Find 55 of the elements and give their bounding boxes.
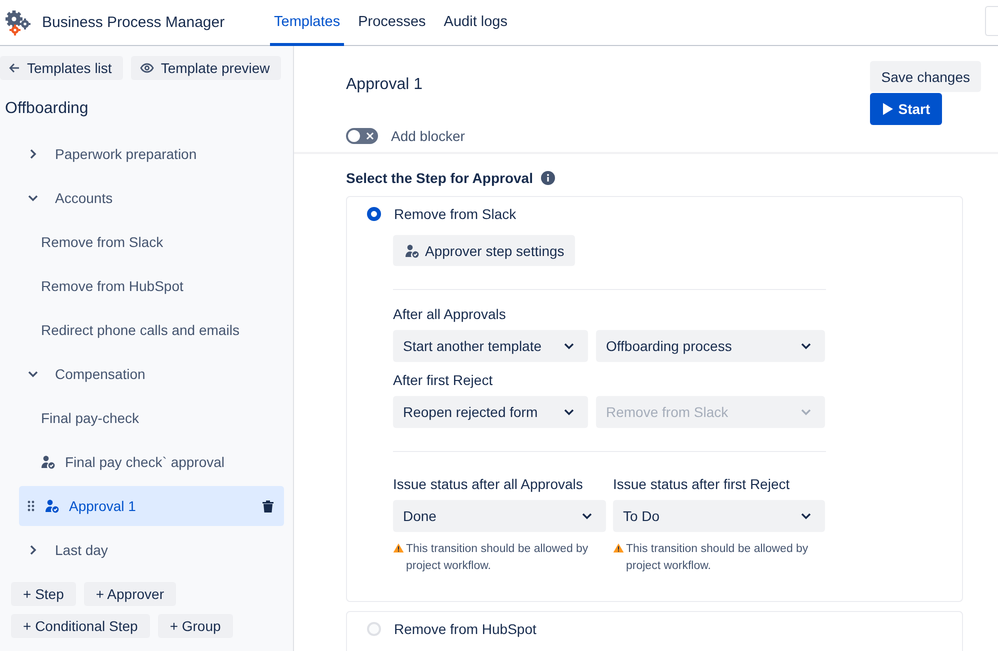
tree-item[interactable]: Last day bbox=[19, 530, 284, 570]
play-icon bbox=[883, 103, 894, 115]
warning-icon bbox=[393, 543, 404, 553]
arrow-left-icon bbox=[9, 63, 20, 73]
step-option-label: Remove from HubSpot bbox=[394, 621, 536, 637]
field-label: Issue status after first Reject bbox=[613, 476, 791, 492]
template-name: Offboarding bbox=[5, 100, 90, 118]
tree-item[interactable]: Approval 1 bbox=[19, 486, 284, 526]
tree-item[interactable]: Final pay check` approval bbox=[19, 442, 284, 482]
warning-icon bbox=[613, 543, 624, 553]
add-button[interactable]: + Step bbox=[11, 582, 76, 606]
toggle-switch[interactable] bbox=[346, 128, 378, 144]
editor-title: Approval 1 bbox=[346, 76, 424, 94]
toggle-label: Add blocker bbox=[391, 128, 465, 144]
nav-tab[interactable]: Processes bbox=[354, 0, 430, 46]
step-option-label: Remove from Slack bbox=[394, 206, 516, 222]
approver-step-settings-button[interactable]: Approver step settings bbox=[393, 235, 576, 266]
app-title: Business Process Manager bbox=[42, 14, 225, 31]
search-field-edge[interactable] bbox=[985, 6, 998, 36]
dropdown[interactable]: Done bbox=[393, 500, 606, 532]
tree-item[interactable]: Redirect phone calls and emails bbox=[19, 310, 284, 350]
drag-handle-icon[interactable] bbox=[27, 500, 35, 512]
section-title: Select the Step for Approval bbox=[346, 170, 533, 186]
warning-text: This transition should be allowed by project workflow. bbox=[406, 542, 590, 574]
tree-item[interactable]: Remove from Slack bbox=[19, 222, 284, 262]
dropdown[interactable]: Start another template bbox=[393, 330, 588, 362]
warning-text: This transition should be allowed by project workflow. bbox=[626, 542, 810, 574]
delete-icon[interactable] bbox=[262, 500, 274, 512]
nav-tab[interactable]: Audit logs bbox=[440, 0, 512, 46]
tree-item[interactable]: Remove from HubSpot bbox=[19, 266, 284, 306]
template-preview-button[interactable]: Template preview bbox=[130, 56, 281, 80]
save-changes-button[interactable]: Save changes bbox=[870, 61, 981, 92]
start-button[interactable]: Start bbox=[870, 93, 942, 125]
user-check-icon bbox=[45, 499, 59, 513]
dropdown[interactable]: Offboarding process bbox=[596, 330, 825, 362]
add-button[interactable]: + Approver bbox=[84, 582, 176, 606]
dropdown[interactable]: Reopen rejected form bbox=[393, 396, 588, 428]
gears-icon bbox=[4, 8, 32, 36]
user-check-icon bbox=[41, 455, 55, 469]
tree-item[interactable]: Paperwork preparation bbox=[19, 134, 284, 174]
close-icon bbox=[366, 132, 374, 140]
tree-item[interactable]: Compensation bbox=[19, 354, 284, 394]
radio-button[interactable] bbox=[367, 207, 381, 221]
eye-icon bbox=[140, 63, 154, 73]
user-check-icon bbox=[405, 244, 419, 258]
dropdown[interactable]: To Do bbox=[613, 500, 825, 532]
add-button[interactable]: + Conditional Step bbox=[11, 614, 150, 638]
templates-list-button[interactable]: Templates list bbox=[0, 56, 123, 80]
field-label: Issue status after all Approvals bbox=[393, 476, 584, 492]
tree-item[interactable]: Final pay-check bbox=[19, 398, 284, 438]
add-button[interactable]: + Group bbox=[158, 614, 233, 638]
info-icon bbox=[540, 171, 555, 185]
tree-item[interactable]: Accounts bbox=[19, 178, 284, 218]
field-label: After all Approvals bbox=[393, 306, 507, 322]
field-label: After first Reject bbox=[393, 372, 494, 388]
